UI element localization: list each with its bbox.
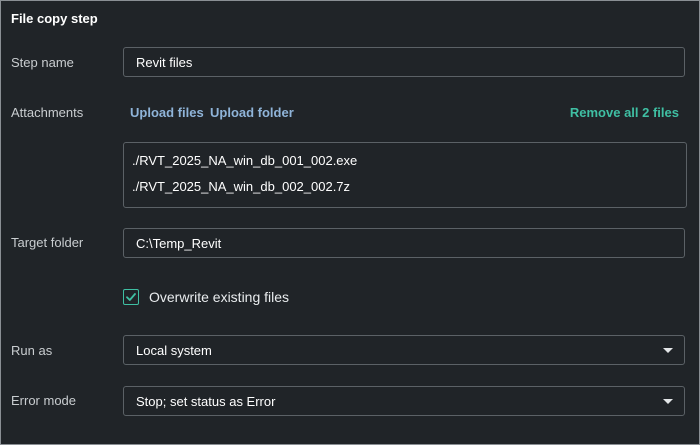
file-item: ./RVT_2025_NA_win_db_001_002.exe — [132, 153, 358, 168]
chevron-down-icon — [663, 348, 673, 353]
upload-files-link[interactable]: Upload files — [130, 105, 204, 120]
chevron-down-icon — [663, 399, 673, 404]
overwrite-checkbox-label: Overwrite existing files — [149, 289, 290, 305]
step-name-value: Revit files — [136, 54, 193, 70]
target-folder-input[interactable]: C:\Temp_Revit — [123, 228, 685, 258]
file-copy-step-panel: File copy step Step name Revit files Att… — [0, 0, 700, 445]
run-as-value: Local system — [136, 342, 212, 358]
error-mode-label: Error mode — [11, 393, 77, 408]
panel-title: File copy step — [11, 10, 98, 26]
upload-folder-link[interactable]: Upload folder — [210, 105, 294, 120]
attachments-label: Attachments — [11, 105, 84, 120]
attachments-file-list: ./RVT_2025_NA_win_db_001_002.exe ./RVT_2… — [123, 142, 687, 208]
run-as-label: Run as — [11, 343, 53, 358]
file-item: ./RVT_2025_NA_win_db_002_002.7z — [132, 179, 351, 194]
error-mode-select[interactable]: Stop; set status as Error — [123, 386, 685, 416]
overwrite-checkbox[interactable] — [123, 289, 139, 305]
check-icon — [126, 293, 136, 301]
step-name-label: Step name — [11, 55, 74, 70]
panel-header: File copy step — [1, 1, 699, 35]
remove-all-files-link[interactable]: Remove all 2 files — [570, 105, 679, 120]
run-as-select[interactable]: Local system — [123, 335, 685, 365]
overwrite-files-option[interactable]: Overwrite existing files — [123, 288, 289, 306]
target-folder-label: Target folder — [11, 235, 84, 250]
target-folder-value: C:\Temp_Revit — [136, 235, 222, 251]
step-name-input[interactable]: Revit files — [123, 47, 685, 77]
error-mode-value: Stop; set status as Error — [136, 393, 276, 409]
